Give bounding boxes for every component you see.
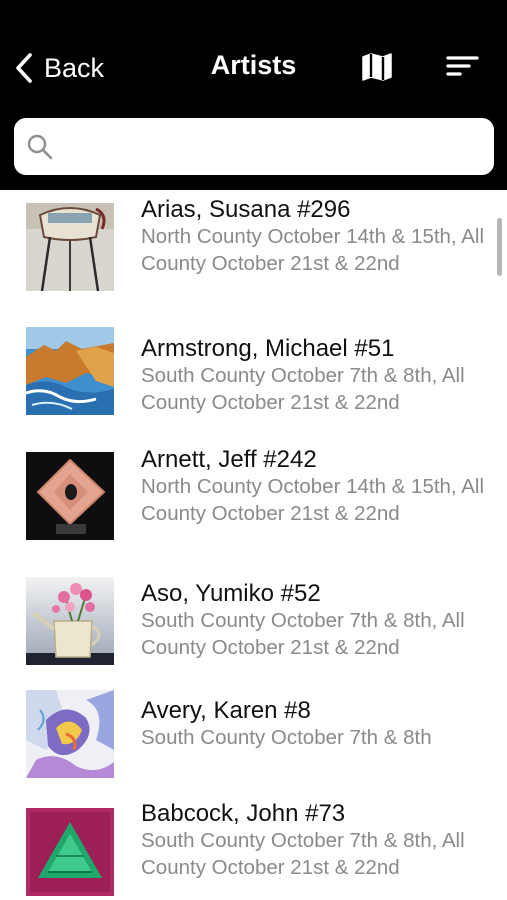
artist-thumbnail [26, 690, 114, 778]
list-item[interactable]: Avery, Karen #8 South County October 7th… [0, 685, 507, 795]
artist-thumbnail [26, 327, 114, 415]
artist-thumbnail [26, 808, 114, 896]
artist-thumbnail [26, 452, 114, 540]
artist-dates: North County October 14th & 15th, All Co… [141, 475, 484, 525]
search-icon [27, 134, 53, 159]
artist-thumbnail [26, 577, 114, 665]
artist-dates: South County October 7th & 8th, All Coun… [141, 829, 465, 879]
artist-name: Babcock, John #73 [141, 800, 346, 827]
artist-dates: South County October 7th & 8th, All Coun… [141, 609, 465, 659]
sort-icon [446, 56, 479, 76]
artist-list[interactable]: Arias, Susana #296 North County October … [0, 190, 507, 900]
artist-name: Aso, Yumiko #52 [141, 580, 321, 607]
artist-dates: South County October 7th & 8th [141, 726, 432, 749]
list-item[interactable]: Babcock, John #73 South County October 7… [0, 795, 507, 900]
artist-dates: South County October 7th & 8th, All Coun… [141, 364, 465, 414]
sort-button[interactable] [444, 52, 480, 82]
artist-name: Armstrong, Michael #51 [141, 335, 395, 362]
map-icon [362, 53, 392, 81]
artist-name: Avery, Karen #8 [141, 697, 311, 724]
artist-dates: North County October 14th & 15th, All Co… [141, 225, 484, 275]
back-button[interactable]: Back [14, 48, 104, 88]
map-button[interactable] [360, 50, 394, 84]
navigation-bar: Back Artists [0, 0, 507, 190]
list-item[interactable]: Arias, Susana #296 North County October … [0, 190, 507, 320]
list-item[interactable]: Aso, Yumiko #52 South County October 7th… [0, 570, 507, 685]
search-bar[interactable] [14, 118, 494, 175]
search-input[interactable] [62, 126, 494, 167]
artist-thumbnail [26, 203, 114, 291]
list-item[interactable]: Armstrong, Michael #51 South County Octo… [0, 320, 507, 435]
artist-name: Arnett, Jeff #242 [141, 446, 317, 473]
list-item[interactable]: Arnett, Jeff #242 North County October 1… [0, 435, 507, 570]
chevron-left-icon [16, 53, 32, 83]
back-label: Back [44, 52, 105, 83]
scrollbar[interactable] [497, 218, 502, 276]
artist-name: Arias, Susana #296 [141, 196, 351, 223]
